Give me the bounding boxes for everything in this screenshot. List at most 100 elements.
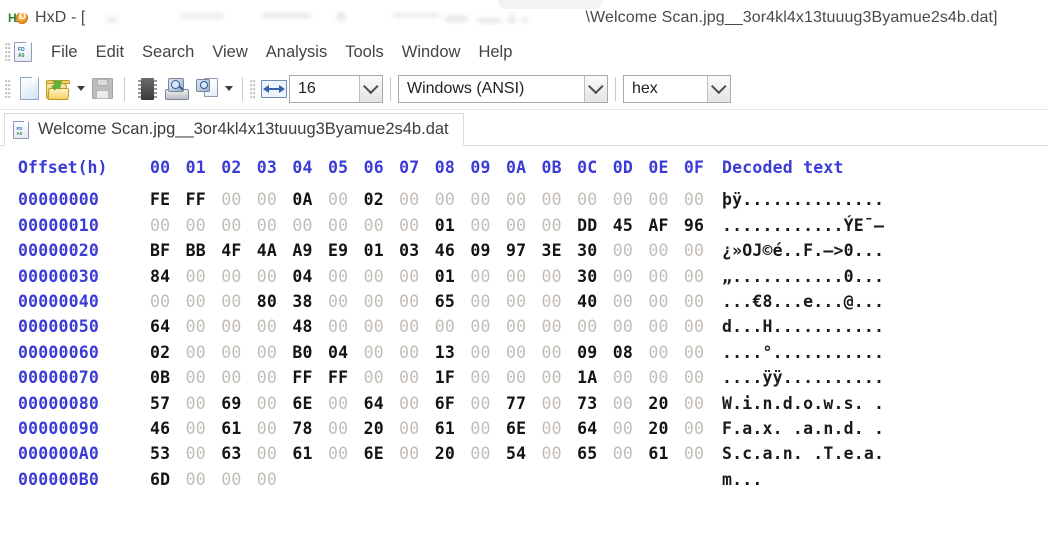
- hex-byte-cell[interactable]: 00: [506, 343, 542, 362]
- hex-byte-cell[interactable]: 00: [684, 368, 720, 387]
- hex-row[interactable]: 00000060 02 00 00 00 B0 04 00 00 13 00 00 00 09 08 00 00…: [0, 343, 1048, 368]
- open-disk-image-dropdown[interactable]: [222, 75, 235, 103]
- hex-byte-cell[interactable]: 00: [186, 419, 222, 438]
- hex-byte-cell[interactable]: 00: [613, 368, 649, 387]
- hex-byte-cell[interactable]: A9: [292, 241, 328, 260]
- hex-byte-cell[interactable]: 00: [399, 394, 435, 413]
- hex-byte-cell[interactable]: 09: [470, 241, 506, 260]
- hex-byte-cell[interactable]: 48: [292, 317, 328, 336]
- hex-row[interactable]: 00000000 FE FF 00 00 0A 00 02 00 00 00 00 00 00 00 00 00…: [0, 190, 1048, 215]
- hex-byte-cell[interactable]: 00: [399, 343, 435, 362]
- hex-byte-cell[interactable]: 00: [613, 292, 649, 311]
- bytes-per-row-button[interactable]: [259, 74, 289, 104]
- menu-item-tools[interactable]: Tools: [336, 40, 393, 65]
- hex-byte-cell[interactable]: 01: [364, 241, 400, 260]
- hex-byte-cell[interactable]: 00: [186, 216, 222, 235]
- hex-byte-cell[interactable]: 00: [257, 368, 293, 387]
- hex-row-decoded-text[interactable]: W.i.n.d.o.w.s. .: [720, 394, 884, 413]
- hex-byte-cell[interactable]: 00: [435, 317, 471, 336]
- hex-byte-cell[interactable]: 00: [684, 292, 720, 311]
- hex-byte-cell[interactable]: 00: [648, 343, 684, 362]
- hex-byte-cell[interactable]: 03: [399, 241, 435, 260]
- hex-byte-cell[interactable]: 00: [542, 394, 578, 413]
- hex-row-decoded-text[interactable]: ...€8...e...@...: [720, 292, 884, 311]
- hex-row[interactable]: 00000080 57 00 69 00 6E 00 64 00 6F 00 77 00 73 00 20 00…: [0, 394, 1048, 419]
- hex-byte-cell[interactable]: 01: [435, 267, 471, 286]
- hex-byte-cell[interactable]: 00: [470, 419, 506, 438]
- hex-byte-cell[interactable]: 73: [577, 394, 613, 413]
- menu-item-search[interactable]: Search: [133, 40, 203, 65]
- hex-byte-cell[interactable]: FF: [186, 190, 222, 209]
- hex-byte-cell[interactable]: 00: [221, 368, 257, 387]
- hex-byte-cell[interactable]: 6D: [150, 470, 186, 489]
- hex-byte-cell[interactable]: 00: [470, 368, 506, 387]
- hex-row-bytes[interactable]: 53 00 63 00 61 00 6E 00 20 00 54 00 65 00 61 00: [150, 444, 720, 463]
- hex-byte-cell[interactable]: FE: [150, 190, 186, 209]
- hex-byte-cell[interactable]: 00: [221, 267, 257, 286]
- hex-byte-cell[interactable]: 6F: [435, 394, 471, 413]
- open-disk-image-button[interactable]: [192, 74, 222, 104]
- hex-byte-cell[interactable]: 00: [470, 292, 506, 311]
- hex-row[interactable]: 000000B0 6D 00 00 00 m...: [0, 470, 1048, 495]
- hex-byte-cell[interactable]: 01: [435, 216, 471, 235]
- hex-byte-cell[interactable]: 00: [150, 216, 186, 235]
- hex-byte-cell[interactable]: 00: [328, 216, 364, 235]
- hex-byte-cell[interactable]: 00: [684, 267, 720, 286]
- hex-byte-cell[interactable]: 00: [470, 343, 506, 362]
- hex-byte-cell[interactable]: 00: [328, 317, 364, 336]
- hex-byte-cell[interactable]: 00: [542, 368, 578, 387]
- new-file-button[interactable]: [14, 74, 44, 104]
- hex-byte-cell[interactable]: 00: [257, 419, 293, 438]
- hex-byte-cell[interactable]: 00: [684, 317, 720, 336]
- hex-byte-cell[interactable]: 30: [577, 241, 613, 260]
- hex-row[interactable]: 000000A0 53 00 63 00 61 00 6E 00 20 00 54 00 65 00 61 00…: [0, 444, 1048, 469]
- hex-byte-cell[interactable]: 00: [542, 190, 578, 209]
- hex-byte-cell[interactable]: 46: [150, 419, 186, 438]
- hex-row-decoded-text[interactable]: m...: [720, 470, 763, 489]
- hex-byte-cell[interactable]: 30: [577, 267, 613, 286]
- hex-byte-cell[interactable]: 00: [292, 216, 328, 235]
- hex-byte-cell[interactable]: 00: [221, 470, 257, 489]
- offset-base-combobox[interactable]: hex: [623, 74, 731, 103]
- hex-row-bytes[interactable]: 46 00 61 00 78 00 20 00 61 00 6E 00 64 00 20 00: [150, 419, 720, 438]
- offset-base-dropdown-arrow[interactable]: [707, 75, 730, 102]
- hex-row-bytes[interactable]: 0B 00 00 00 FF FF 00 00 1F 00 00 00 1A 00 00 00: [150, 368, 720, 387]
- open-disk-button[interactable]: [162, 74, 192, 104]
- hex-byte-cell[interactable]: 00: [506, 216, 542, 235]
- hex-byte-cell[interactable]: 04: [292, 267, 328, 286]
- hex-byte-cell[interactable]: 80: [257, 292, 293, 311]
- hex-row-bytes[interactable]: 57 00 69 00 6E 00 64 00 6F 00 77 00 73 00 20 00: [150, 394, 720, 413]
- hex-byte-cell[interactable]: 00: [542, 444, 578, 463]
- hex-byte-cell[interactable]: 00: [257, 470, 293, 489]
- hex-byte-cell[interactable]: 00: [186, 470, 222, 489]
- toolbar-drag-grip-1[interactable]: [5, 79, 11, 98]
- hex-byte-cell[interactable]: 00: [684, 343, 720, 362]
- hex-byte-cell[interactable]: FF: [292, 368, 328, 387]
- hex-byte-cell[interactable]: 00: [364, 216, 400, 235]
- hex-byte-cell[interactable]: 65: [577, 444, 613, 463]
- hex-row[interactable]: 00000090 46 00 61 00 78 00 20 00 61 00 6E 00 64 00 20 00…: [0, 419, 1048, 444]
- hex-byte-cell[interactable]: 1F: [435, 368, 471, 387]
- hex-byte-cell[interactable]: 00: [186, 292, 222, 311]
- bytes-per-row-dropdown-arrow[interactable]: [359, 75, 382, 102]
- hex-byte-cell[interactable]: 00: [186, 368, 222, 387]
- hex-byte-cell[interactable]: DD: [577, 216, 613, 235]
- hex-row-bytes[interactable]: 00 00 00 80 38 00 00 00 65 00 00 00 40 00 00 00: [150, 292, 720, 311]
- hex-byte-cell[interactable]: 00: [399, 292, 435, 311]
- hex-byte-cell[interactable]: 00: [328, 292, 364, 311]
- hex-byte-cell[interactable]: 00: [506, 317, 542, 336]
- hex-byte-cell[interactable]: 97: [506, 241, 542, 260]
- hex-byte-cell[interactable]: 64: [150, 317, 186, 336]
- hex-byte-cell[interactable]: 00: [257, 394, 293, 413]
- hex-byte-cell[interactable]: 6E: [364, 444, 400, 463]
- hex-byte-cell[interactable]: 00: [542, 419, 578, 438]
- open-ram-button[interactable]: [132, 74, 162, 104]
- hex-byte-cell[interactable]: B0: [292, 343, 328, 362]
- hex-byte-cell[interactable]: 00: [577, 190, 613, 209]
- hex-byte-cell[interactable]: 00: [257, 190, 293, 209]
- hex-byte-cell[interactable]: 00: [257, 444, 293, 463]
- hex-byte-cell[interactable]: 00: [186, 444, 222, 463]
- encoding-combobox[interactable]: Windows (ANSI): [398, 74, 608, 103]
- hex-byte-cell[interactable]: 00: [648, 241, 684, 260]
- hex-byte-cell[interactable]: 00: [684, 419, 720, 438]
